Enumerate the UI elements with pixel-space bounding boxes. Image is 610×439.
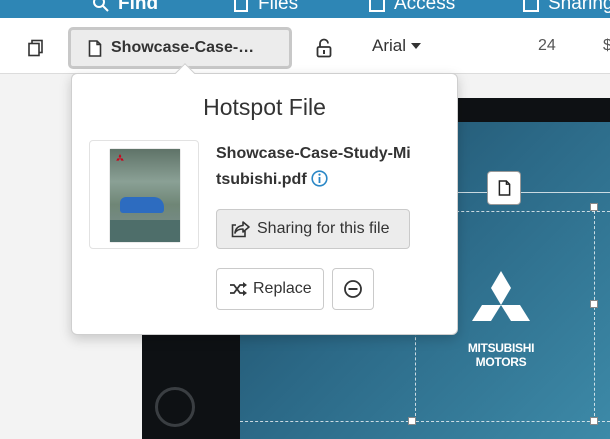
files-icon [234, 0, 248, 12]
resize-handle-bottom-right[interactable] [590, 417, 598, 425]
replace-label: Replace [253, 280, 312, 297]
share-icon [523, 0, 539, 12]
nav-files[interactable]: Files [232, 0, 298, 15]
replace-button[interactable]: Replace [216, 268, 324, 310]
resize-handle-top-right[interactable] [590, 203, 598, 211]
share-external-icon [231, 221, 250, 238]
car-illustration [120, 197, 164, 213]
brand-line-1: MITSUBISHI [467, 341, 535, 355]
remove-file-button[interactable] [332, 268, 374, 310]
nav-files-label: Files [258, 0, 299, 14]
toolbar-trailing-symbol[interactable]: $ [603, 37, 610, 55]
unlock-icon [316, 38, 332, 58]
file-icon [88, 39, 102, 57]
copy-button[interactable] [26, 38, 46, 58]
access-icon [369, 0, 385, 12]
nav-access[interactable]: Access [368, 0, 455, 15]
file-icon [498, 180, 510, 196]
hotspot-file-popover: Hotspot File Showcase-Case-Study-Mi tsub… [71, 63, 458, 335]
device-home-button [155, 387, 195, 427]
sharing-for-file-button[interactable]: Sharing for this file [216, 209, 410, 249]
brand-line-2: MOTORS [475, 355, 527, 369]
mitsubishi-logo-icon [472, 271, 530, 321]
font-size-value[interactable]: 24 [538, 37, 556, 55]
lock-button[interactable] [314, 37, 334, 59]
sharing-for-file-label: Sharing for this file [257, 220, 390, 237]
mitsubishi-logo-icon [116, 154, 124, 161]
hotspot-outline-right [594, 211, 595, 421]
hotspot-connector-line [458, 192, 610, 193]
resize-handle-right[interactable] [590, 300, 598, 308]
file-name-line-1: Showcase-Case-Study-Mi [216, 145, 411, 162]
top-nav: Find Files Access Sharing [0, 0, 610, 18]
info-icon[interactable] [311, 170, 328, 187]
hotspot-outline-bottom [240, 421, 610, 422]
editor-toolbar: Showcase-Case-… Arial 24 $ [0, 18, 610, 74]
shuffle-icon [230, 282, 247, 296]
hotspot-file-marker[interactable] [487, 171, 521, 205]
file-thumbnail[interactable] [89, 140, 199, 249]
popover-title: Hotspot File [203, 94, 326, 120]
search-icon [93, 0, 109, 12]
file-name: Showcase-Case-Study-Mi tsubishi.pdf [216, 141, 448, 193]
font-family-select[interactable]: Arial [372, 36, 422, 56]
nav-sharing[interactable]: Sharing [522, 0, 610, 15]
copy-icon [28, 39, 43, 57]
nav-sharing-label: Sharing [548, 0, 610, 14]
hotspot-file-label: Showcase-Case-… [111, 39, 255, 56]
nav-access-label: Access [394, 0, 456, 14]
caret-down-icon [411, 43, 422, 49]
minus-circle-icon [344, 280, 362, 298]
hotspot-file-button[interactable]: Showcase-Case-… [68, 27, 292, 69]
nav-find-label: Find [118, 0, 159, 14]
preview-footer-band [110, 220, 180, 242]
nav-find[interactable]: Find [92, 0, 158, 15]
font-family-value: Arial [372, 36, 407, 55]
pdf-preview-image [110, 149, 180, 242]
brand-logo: MITSUBISHI MOTORS [462, 271, 540, 369]
resize-handle-bottom-left[interactable] [408, 417, 416, 425]
file-name-line-2: tsubishi.pdf [216, 171, 307, 188]
